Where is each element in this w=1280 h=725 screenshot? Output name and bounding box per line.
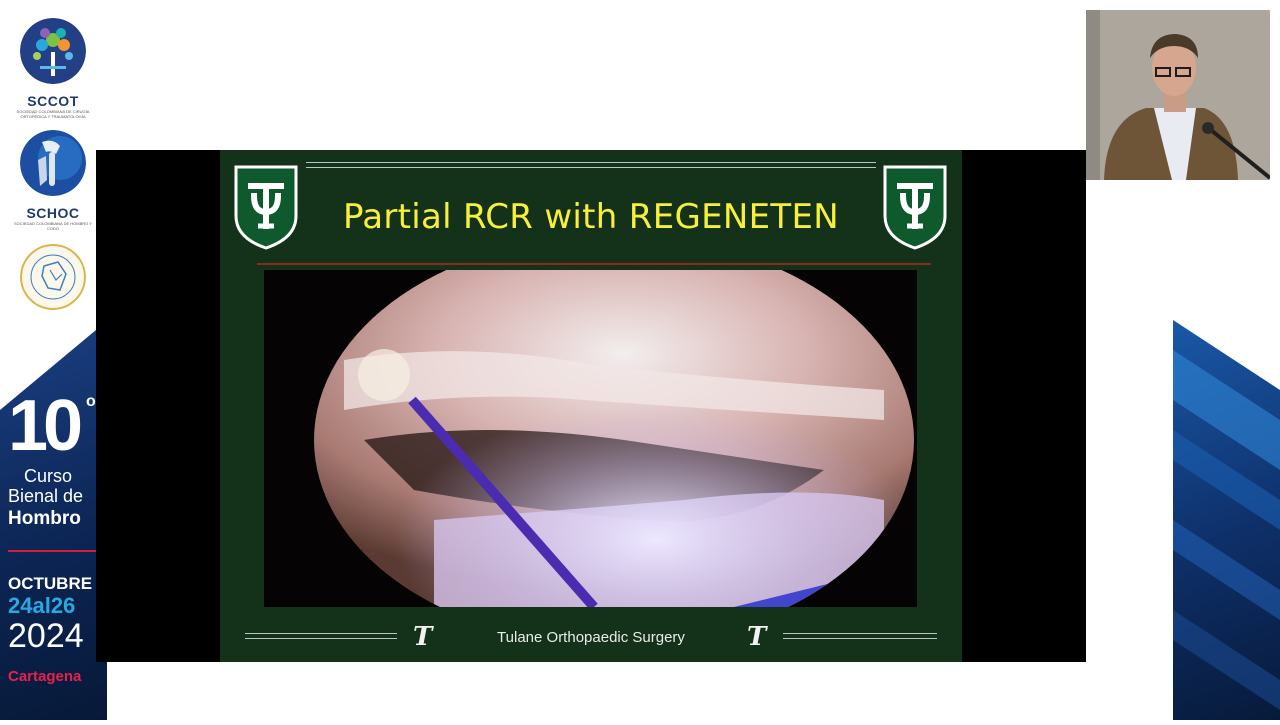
banner-dates: 24al26: [8, 593, 76, 618]
sccot-tagline: SOCIEDAD COLOMBIANA DE CIRUGÍA ORTOPÉDIC…: [16, 109, 90, 119]
banner-bienal: Bienal de: [8, 486, 84, 506]
banner-degree: o: [86, 393, 96, 410]
banner-separator: [8, 550, 98, 552]
banner-month: OCTUBRE: [8, 574, 93, 593]
slide-footer: Tulane Orthopaedic Surgery: [497, 629, 685, 646]
schoc-logo: SCHOC SOCIEDAD COLOMBIANA DE HOMBRO Y CO…: [8, 130, 98, 231]
banner-curso: Curso: [24, 466, 73, 486]
slahoc-logo: [8, 244, 98, 315]
sccot-tree-icon: [20, 18, 86, 84]
banner-city: Cartagena: [8, 668, 82, 685]
title-rule-top: [306, 162, 876, 168]
sccot-logo: SCCOT SOCIEDAD COLOMBIANA DE CIRUGÍA ORT…: [8, 18, 98, 119]
schoc-name: SCHOC: [26, 205, 80, 221]
banner-edition: 10: [8, 386, 83, 466]
speaker-video: [1086, 10, 1270, 180]
presentation-slide: Partial RCR with REGENETEN T T Tulane Or…: [220, 150, 962, 662]
speaker-webcam: [1086, 10, 1270, 180]
schoc-shoulder-icon: [20, 130, 86, 196]
arthroscopy-view: [314, 270, 914, 607]
sccot-name: SCCOT: [27, 93, 79, 109]
banner-hombro: Hombro: [8, 508, 81, 529]
slide-title: Partial RCR with REGENETEN: [342, 197, 840, 237]
slahoc-seal-icon: [20, 244, 86, 310]
title-underline: [257, 263, 931, 265]
banner-year: 2024: [8, 617, 84, 655]
schoc-tagline: SOCIEDAD COLOMBIANA DE HOMBRO Y CODO: [14, 221, 92, 231]
stripe-decoration: [1173, 350, 1280, 710]
arthroscopy-image: [264, 270, 917, 607]
right-decoration: [1173, 320, 1280, 720]
title-rule-spacer: [306, 250, 876, 254]
left-sidebar: SCCOT SOCIEDAD COLOMBIANA DE CIRUGÍA ORT…: [0, 0, 107, 720]
